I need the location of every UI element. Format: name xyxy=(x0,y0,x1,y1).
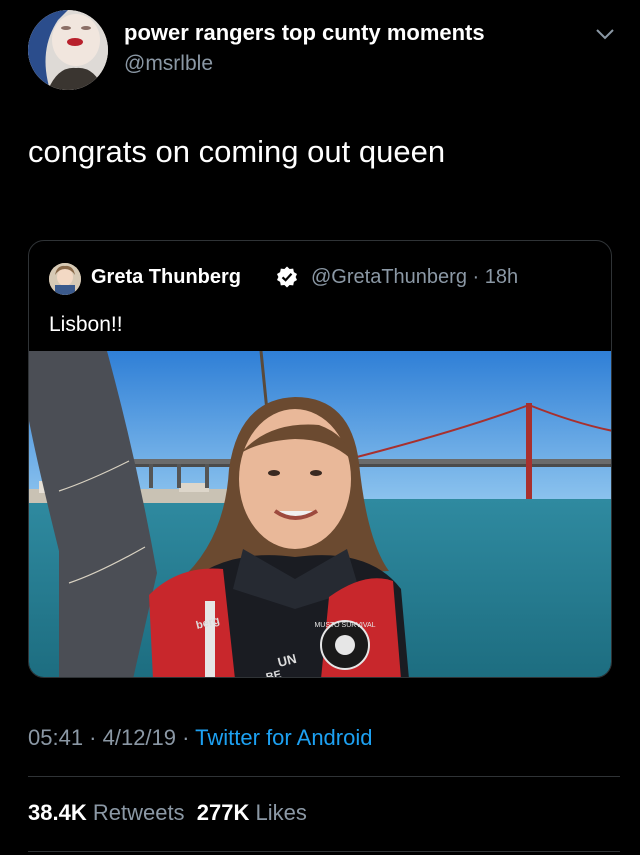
author-display-name[interactable]: power rangers top cunty moments xyxy=(124,20,485,46)
tweet-timestamp[interactable]: 05:41 · 4/12/19 · xyxy=(28,725,195,750)
likes-count: 277K xyxy=(196,800,250,825)
chevron-down-icon[interactable] xyxy=(594,26,616,42)
retweets-stat[interactable]: 38.4K Retweets xyxy=(28,800,185,825)
divider xyxy=(28,776,620,777)
quoted-display-name[interactable]: Greta Thunberg xyxy=(91,266,241,289)
author-handle[interactable]: @msrlble xyxy=(124,52,213,76)
quoted-tweet-card[interactable]: Greta Thunberg @GretaThunberg · 18h Lisb… xyxy=(28,240,612,678)
profile-photo xyxy=(28,10,108,90)
quoted-tweet-photo[interactable]: MUSTO SURVIVAL berg UN BE xyxy=(29,351,612,678)
quoted-avatar-photo xyxy=(49,263,81,295)
quoted-author-avatar[interactable] xyxy=(49,263,81,295)
retweets-label: Retweets xyxy=(92,800,185,825)
quoted-tweet-text: Lisbon!! xyxy=(49,313,123,336)
tweet-meta: 05:41 · 4/12/19 · Twitter for Android xyxy=(28,725,372,751)
likes-label: Likes xyxy=(255,800,307,825)
author-avatar[interactable] xyxy=(28,10,108,90)
retweets-count: 38.4K xyxy=(28,800,87,825)
tweet-source-link[interactable]: Twitter for Android xyxy=(195,725,372,750)
verified-badge-icon xyxy=(277,266,297,288)
likes-stat[interactable]: 277K Likes xyxy=(197,800,307,825)
tweet-text: congrats on coming out queen xyxy=(28,134,446,169)
divider xyxy=(28,851,620,852)
badge-label: MUSTO SURVIVAL xyxy=(314,622,375,629)
quoted-handle-time[interactable]: @GretaThunberg · 18h xyxy=(311,266,518,289)
tweet-stats: 38.4K Retweets 277K Likes xyxy=(28,800,307,826)
